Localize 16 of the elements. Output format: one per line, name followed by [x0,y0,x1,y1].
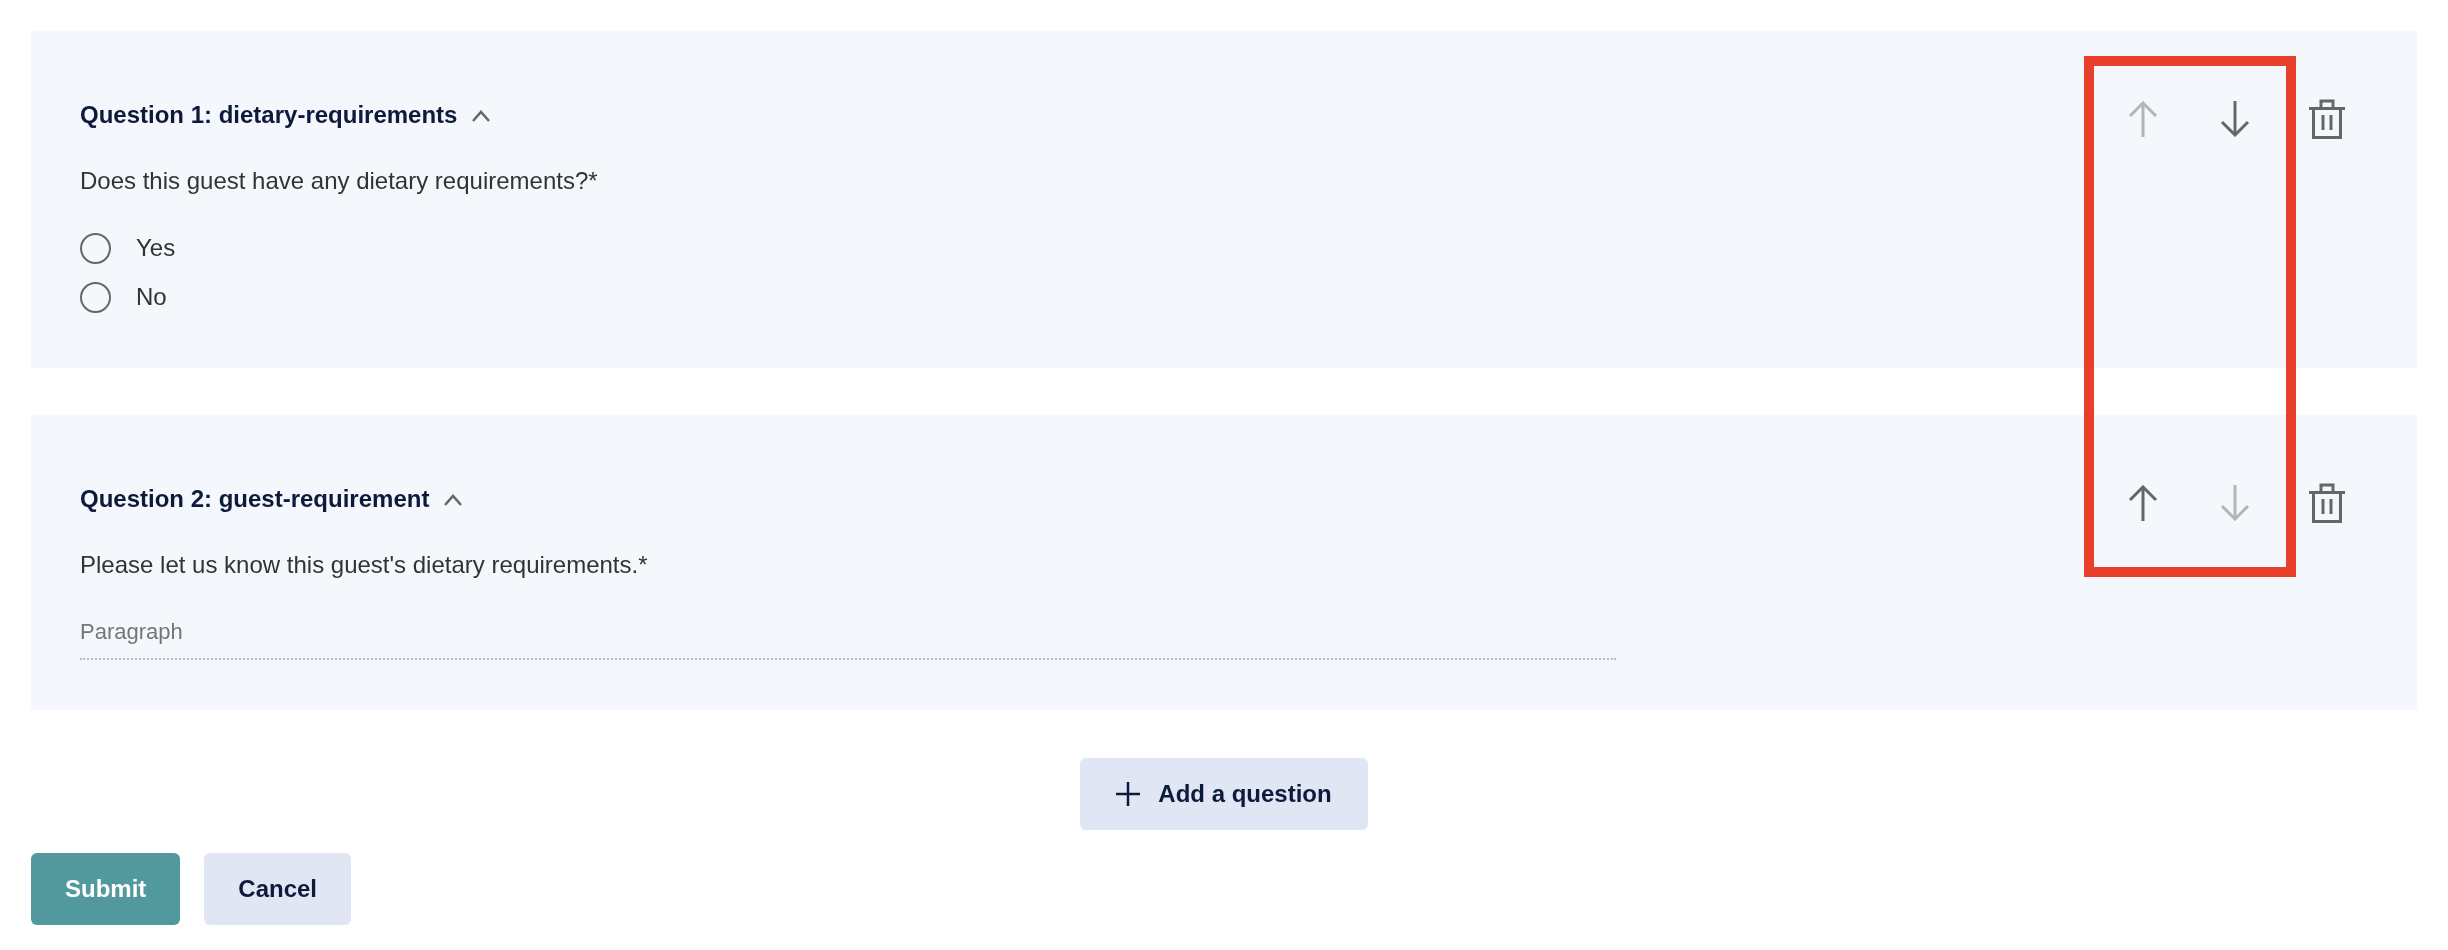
trash-icon[interactable] [2309,483,2345,523]
option-label: Yes [136,234,176,262]
question-title: Question 1: dietary-requirements [80,100,458,130]
trash-icon[interactable] [2309,99,2345,139]
chevron-up-icon[interactable] [471,108,492,122]
question-prompt: Please let us know this guest's dietary requirements.* [80,550,649,580]
add-question-button[interactable]: Add a question [1080,758,1368,830]
chevron-up-icon[interactable] [443,492,464,506]
paragraph-input[interactable]: Paragraph [80,606,1616,660]
plus-icon [1116,782,1141,806]
cancel-button[interactable]: Cancel [204,853,352,925]
question-title: Question 2: guest-requirement [80,484,430,514]
option-label: No [136,283,167,311]
radio-button[interactable] [80,232,111,264]
radio-button[interactable] [80,281,111,313]
question-prompt: Does this guest have any dietary requirements?* [80,166,599,196]
